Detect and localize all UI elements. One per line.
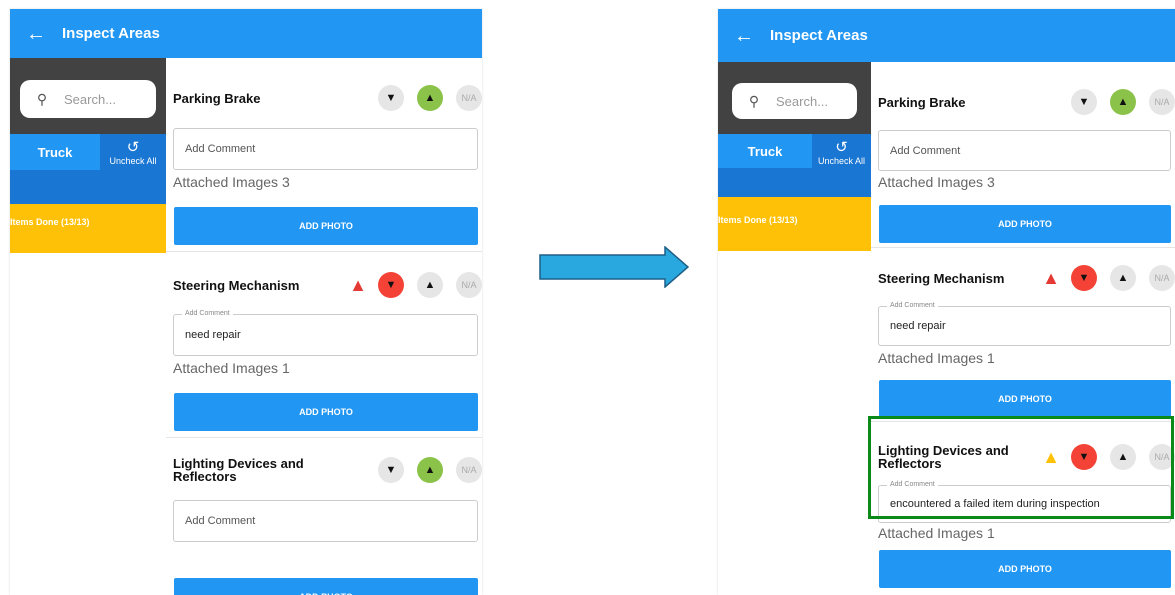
na-button[interactable]: N/A bbox=[1149, 89, 1175, 115]
category-tabs: Truck ↺ Uncheck All bbox=[10, 134, 166, 204]
item-header: Steering Mechanism ▲ ▼ ▲ N/A bbox=[173, 267, 482, 303]
thumbs-up-button[interactable]: ▲ bbox=[417, 457, 443, 483]
highlight-box bbox=[868, 416, 1174, 519]
tab-truck[interactable]: Truck bbox=[718, 134, 812, 168]
comment-placeholder: Add Comment bbox=[185, 143, 256, 155]
uncheck-all-label: Uncheck All bbox=[109, 156, 157, 166]
comment-placeholder: Add Comment bbox=[890, 144, 961, 157]
add-photo-button[interactable]: ADD PHOTO bbox=[879, 205, 1171, 243]
thumbs-down-button[interactable]: ▼ bbox=[1071, 265, 1097, 291]
item-header: Lighting Devices and Reflectors ▼ ▲ N/A bbox=[173, 452, 482, 488]
tab-truck[interactable]: Truck bbox=[10, 134, 100, 170]
divider bbox=[166, 437, 482, 438]
add-photo-button[interactable]: ADD PHOTO bbox=[174, 207, 478, 245]
item-name: Parking Brake bbox=[878, 94, 966, 110]
attached-images-label: Attached Images 1 bbox=[878, 525, 995, 541]
items-done-badge[interactable]: Items Done (13/13) bbox=[718, 197, 871, 251]
comment-field[interactable]: Add Comment need repair bbox=[173, 310, 478, 356]
add-photo-button[interactable]: ADD PHOTO bbox=[174, 393, 478, 431]
attached-images-label: Attached Images 3 bbox=[173, 174, 290, 190]
divider bbox=[166, 251, 482, 252]
comment-value: need repair bbox=[890, 320, 946, 332]
uncheck-all-label: Uncheck All bbox=[817, 156, 866, 166]
search-placeholder: Search... bbox=[64, 91, 117, 107]
comment-field[interactable]: Add Comment bbox=[173, 500, 478, 542]
comment-label: Add Comment bbox=[182, 310, 233, 317]
comment-field[interactable]: Add Comment bbox=[173, 128, 478, 170]
comment-label: Add Comment bbox=[887, 302, 938, 309]
comment-value: need repair bbox=[185, 329, 241, 341]
item-name: Steering Mechanism bbox=[173, 277, 300, 293]
comment-placeholder: Add Comment bbox=[185, 515, 256, 527]
app-bar: ← Inspect Areas bbox=[10, 9, 482, 58]
item-name: Parking Brake bbox=[173, 90, 261, 106]
search-icon: ⚲ bbox=[748, 92, 760, 109]
na-button[interactable]: N/A bbox=[456, 272, 482, 298]
add-photo-button[interactable]: ADD PHOTO bbox=[879, 550, 1171, 588]
inspection-list: Parking Brake ▼ ▲ N/A Add Comment Attach… bbox=[166, 58, 482, 595]
thumbs-up-button[interactable]: ▲ bbox=[417, 85, 443, 111]
undo-icon: ↺ bbox=[835, 139, 848, 156]
item-header: Steering Mechanism ▲ ▼ ▲ N/A bbox=[878, 260, 1175, 296]
na-button[interactable]: N/A bbox=[1149, 265, 1175, 291]
item-name: Steering Mechanism bbox=[878, 270, 1005, 286]
item-header: Parking Brake ▼ ▲ N/A bbox=[173, 80, 482, 116]
thumbs-up-button[interactable]: ▲ bbox=[1110, 265, 1136, 291]
back-arrow-icon[interactable]: ← bbox=[718, 26, 770, 46]
category-tabs: Truck ↺ Uncheck All bbox=[718, 134, 871, 197]
page-title: Inspect Areas bbox=[62, 25, 160, 42]
sidebar: ⚲ Search... Truck ↺ Uncheck All Items Do… bbox=[10, 58, 166, 595]
uncheck-all-button[interactable]: ↺ Uncheck All bbox=[100, 134, 166, 204]
items-done-badge[interactable]: Items Done (13/13) bbox=[10, 204, 166, 253]
search-input[interactable]: ⚲ Search... bbox=[732, 83, 857, 119]
thumbs-down-button[interactable]: ▼ bbox=[1071, 89, 1097, 115]
add-photo-button[interactable]: ADD PHOTO bbox=[174, 578, 478, 595]
attached-images-label: Attached Images 1 bbox=[878, 350, 995, 366]
search-icon: ⚲ bbox=[36, 90, 48, 107]
warning-icon: ▲ bbox=[1042, 268, 1060, 288]
thumbs-down-button[interactable]: ▼ bbox=[378, 272, 404, 298]
undo-icon: ↺ bbox=[126, 139, 140, 156]
thumbs-down-button[interactable]: ▼ bbox=[378, 457, 404, 483]
search-input[interactable]: ⚲ Search... bbox=[20, 80, 156, 118]
arrow-right-icon bbox=[539, 246, 689, 288]
app-bar: ← Inspect Areas bbox=[718, 9, 1175, 62]
comment-field[interactable]: Add Comment need repair bbox=[878, 302, 1171, 346]
screen-before: ← Inspect Areas ⚲ Search... Truck ↺ Unch… bbox=[10, 9, 482, 595]
thumbs-up-button[interactable]: ▲ bbox=[417, 272, 443, 298]
attached-images-label: Attached Images 1 bbox=[173, 360, 290, 376]
warning-icon: ▲ bbox=[349, 275, 367, 295]
page-title: Inspect Areas bbox=[770, 27, 868, 44]
comment-field[interactable]: Add Comment bbox=[878, 130, 1171, 171]
search-panel: ⚲ Search... bbox=[10, 58, 166, 134]
thumbs-up-button[interactable]: ▲ bbox=[1110, 89, 1136, 115]
attached-images-label: Attached Images 3 bbox=[878, 174, 995, 190]
uncheck-all-button[interactable]: ↺ Uncheck All bbox=[812, 134, 871, 197]
na-button[interactable]: N/A bbox=[456, 457, 482, 483]
item-name: Lighting Devices and Reflectors bbox=[173, 456, 304, 484]
search-panel: ⚲ Search... bbox=[718, 62, 871, 134]
search-placeholder: Search... bbox=[776, 93, 829, 109]
thumbs-down-button[interactable]: ▼ bbox=[378, 85, 404, 111]
sidebar: ⚲ Search... Truck ↺ Uncheck All Items Do… bbox=[718, 62, 871, 595]
item-header: Parking Brake ▼ ▲ N/A bbox=[878, 84, 1175, 120]
na-button[interactable]: N/A bbox=[456, 85, 482, 111]
back-arrow-icon[interactable]: ← bbox=[10, 24, 62, 44]
add-photo-button[interactable]: ADD PHOTO bbox=[879, 380, 1171, 418]
divider bbox=[871, 247, 1175, 248]
